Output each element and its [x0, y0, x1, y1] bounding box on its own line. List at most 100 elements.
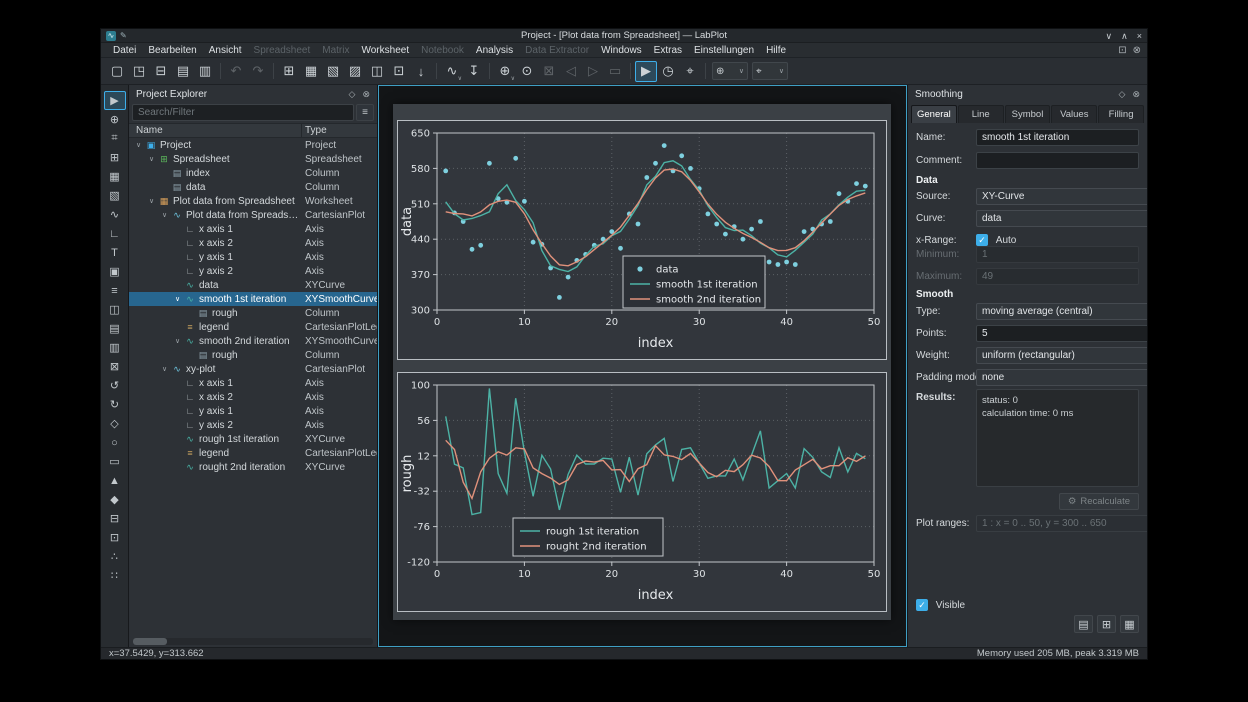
ratio-icon[interactable]: ∷: [104, 566, 126, 585]
titlebar[interactable]: ∿ ✎ Project - [Plot data from Spreadshee…: [101, 29, 1147, 43]
save-project-icon[interactable]: ⊟: [150, 61, 172, 82]
new-datapicker-icon[interactable]: ⊡: [388, 61, 410, 82]
close-button[interactable]: ×: [1137, 30, 1142, 42]
minimize-button[interactable]: ∨: [1106, 30, 1113, 42]
tree-row-rough[interactable]: ▤roughColumn: [129, 306, 377, 320]
apply-template-icon[interactable]: ⊞: [1097, 615, 1116, 633]
magnification-combo[interactable]: ⌖∨: [752, 62, 788, 80]
plot-area-rough[interactable]: 01020304050-120-76-321256100indexroughro…: [397, 372, 887, 612]
break-layout-icon[interactable]: ⊠: [104, 357, 126, 376]
project-explorer-header[interactable]: Project Explorer ◇⊗: [129, 85, 377, 103]
ellipse-icon[interactable]: ○: [104, 433, 126, 452]
weight-select[interactable]: uniform (rectangular) ∨: [976, 347, 1147, 364]
scrollbar-thumb[interactable]: [133, 638, 167, 645]
float-icon[interactable]: ◇: [1119, 89, 1126, 100]
new-worksheet-icon[interactable]: ▧: [322, 61, 344, 82]
text-label-icon[interactable]: T: [104, 243, 126, 262]
export-icon[interactable]: ▤: [1074, 615, 1093, 633]
new-project-icon[interactable]: ▢: [106, 61, 128, 82]
column-name-header[interactable]: Name: [129, 125, 163, 136]
tree-row-x-axis-1[interactable]: ∟x axis 1Axis: [129, 222, 377, 236]
new-plot-icon[interactable]: ∿: [104, 205, 126, 224]
recalculate-button[interactable]: ⚙ Recalculate: [1059, 493, 1139, 510]
triangle-icon[interactable]: ▲: [104, 471, 126, 490]
padding-mode-select[interactable]: none ∨: [976, 369, 1147, 386]
horizontal-scrollbar[interactable]: [133, 638, 373, 645]
expander-icon[interactable]: ∨: [172, 337, 183, 345]
tree-row-rough[interactable]: ▤roughColumn: [129, 348, 377, 362]
tree-row-y-axis-2[interactable]: ∟y axis 2Axis: [129, 264, 377, 278]
column-type-header[interactable]: Type: [305, 125, 327, 136]
zoom-icon[interactable]: ⊕: [104, 110, 126, 129]
tab-values[interactable]: Values: [1051, 105, 1097, 123]
time-cursor-icon[interactable]: ◷: [657, 61, 679, 82]
menu-datei[interactable]: Datei: [107, 45, 142, 56]
tab-general[interactable]: General: [911, 105, 957, 123]
import-icon[interactable]: ↧: [463, 61, 485, 82]
tree-row-x-axis-1[interactable]: ∟x axis 1Axis: [129, 376, 377, 390]
tree-row-project[interactable]: ∨▣ProjectProject: [129, 138, 377, 152]
diamond-icon[interactable]: ◆: [104, 490, 126, 509]
tab-symbol[interactable]: Symbol: [1005, 105, 1051, 123]
tree-row-y-axis-1[interactable]: ∟y axis 1Axis: [129, 250, 377, 264]
menu-worksheet[interactable]: Worksheet: [355, 45, 415, 56]
select-icon[interactable]: ▶: [104, 91, 126, 110]
tab-line[interactable]: Line: [958, 105, 1004, 123]
new-notebook-icon[interactable]: ▨: [344, 61, 366, 82]
tree-row-spreadsheet[interactable]: ∨⊞SpreadsheetSpreadsheet: [129, 152, 377, 166]
tree-row-rought-2nd-iteration[interactable]: ∿rought 2nd iterationXYCurve: [129, 460, 377, 474]
close-icon[interactable]: ⊗: [362, 89, 370, 100]
expander-icon[interactable]: ∨: [159, 365, 170, 373]
column-divider[interactable]: [301, 124, 302, 137]
new-analysis-icon[interactable]: ∿∨: [441, 61, 463, 82]
tree-row-legend[interactable]: ≡legendCartesianPlotLegend: [129, 320, 377, 334]
tree-row-legend[interactable]: ≡legendCartesianPlotLegend: [129, 446, 377, 460]
new-workbook-icon[interactable]: ◫: [366, 61, 388, 82]
grid-icon[interactable]: ⌗: [104, 129, 126, 148]
axis-icon[interactable]: ∟: [104, 224, 126, 243]
search-input[interactable]: [132, 104, 354, 121]
curve-select[interactable]: data ∨: [976, 210, 1147, 227]
new-worksheet-icon[interactable]: ▧: [104, 186, 126, 205]
tree-row-plot-data-from-spreadsheet[interactable]: ∨∿Plot data from SpreadsheetCartesianPlo…: [129, 208, 377, 222]
comment-field[interactable]: [976, 152, 1139, 169]
points-icon[interactable]: ∴: [104, 547, 126, 566]
open-project-icon[interactable]: ◳: [128, 61, 150, 82]
plot-area-data[interactable]: 01020304050300370440510580650indexdatada…: [397, 120, 887, 360]
points-stepper[interactable]: [976, 325, 1147, 342]
tree-row-data[interactable]: ∿dataXYCurve: [129, 278, 377, 292]
tree-row-rough-1st-iteration[interactable]: ∿rough 1st iterationXYCurve: [129, 432, 377, 446]
tree-row-smooth-2nd-iteration[interactable]: ∨∿smooth 2nd iterationXYSmoothCurve: [129, 334, 377, 348]
name-field[interactable]: [976, 129, 1139, 146]
menu-analysis[interactable]: Analysis: [470, 45, 519, 56]
redo-view-icon[interactable]: ↻: [104, 395, 126, 414]
zoom-in-icon[interactable]: ⊕∨: [494, 61, 516, 82]
zoom-fit-icon[interactable]: ⊙: [516, 61, 538, 82]
box-icon[interactable]: ⊡: [104, 528, 126, 547]
tree-row-index[interactable]: ▤indexColumn: [129, 166, 377, 180]
mdi-close-icon[interactable]: ⊗: [1133, 45, 1141, 56]
float-icon[interactable]: ◇: [349, 89, 356, 100]
print-preview-icon[interactable]: ▥: [194, 61, 216, 82]
type-select[interactable]: moving average (central) ∨: [976, 303, 1147, 320]
rect-icon[interactable]: ▭: [104, 452, 126, 471]
image-icon[interactable]: ▣: [104, 262, 126, 281]
presenter-combo[interactable]: ⊕∨: [712, 62, 748, 80]
undo-view-icon[interactable]: ↺: [104, 376, 126, 395]
new-matrix-icon[interactable]: ▦: [104, 167, 126, 186]
expander-icon[interactable]: ∨: [146, 155, 157, 163]
new-matrix-icon[interactable]: ▦: [300, 61, 322, 82]
shape-icon[interactable]: ◇: [104, 414, 126, 433]
close-icon[interactable]: ⊗: [1132, 89, 1140, 100]
mdi-restore-icon[interactable]: ⊡: [1118, 45, 1126, 56]
tree-row-smooth-1st-iteration[interactable]: ∨∿smooth 1st iterationXYSmoothCurve: [129, 292, 377, 306]
expander-icon[interactable]: ∨: [172, 295, 183, 303]
tree-row-xy-plot[interactable]: ∨∿xy-plotCartesianPlot: [129, 362, 377, 376]
maximize-button[interactable]: ∧: [1121, 30, 1128, 42]
tree-row-x-axis-2[interactable]: ∟x axis 2Axis: [129, 390, 377, 404]
column-layout-icon[interactable]: ▥: [104, 338, 126, 357]
tree-column-header[interactable]: Name Type: [129, 123, 377, 138]
row-layout-icon[interactable]: ▤: [104, 319, 126, 338]
collapse-icon[interactable]: ⊟: [104, 509, 126, 528]
menu-ansicht[interactable]: Ansicht: [203, 45, 248, 56]
